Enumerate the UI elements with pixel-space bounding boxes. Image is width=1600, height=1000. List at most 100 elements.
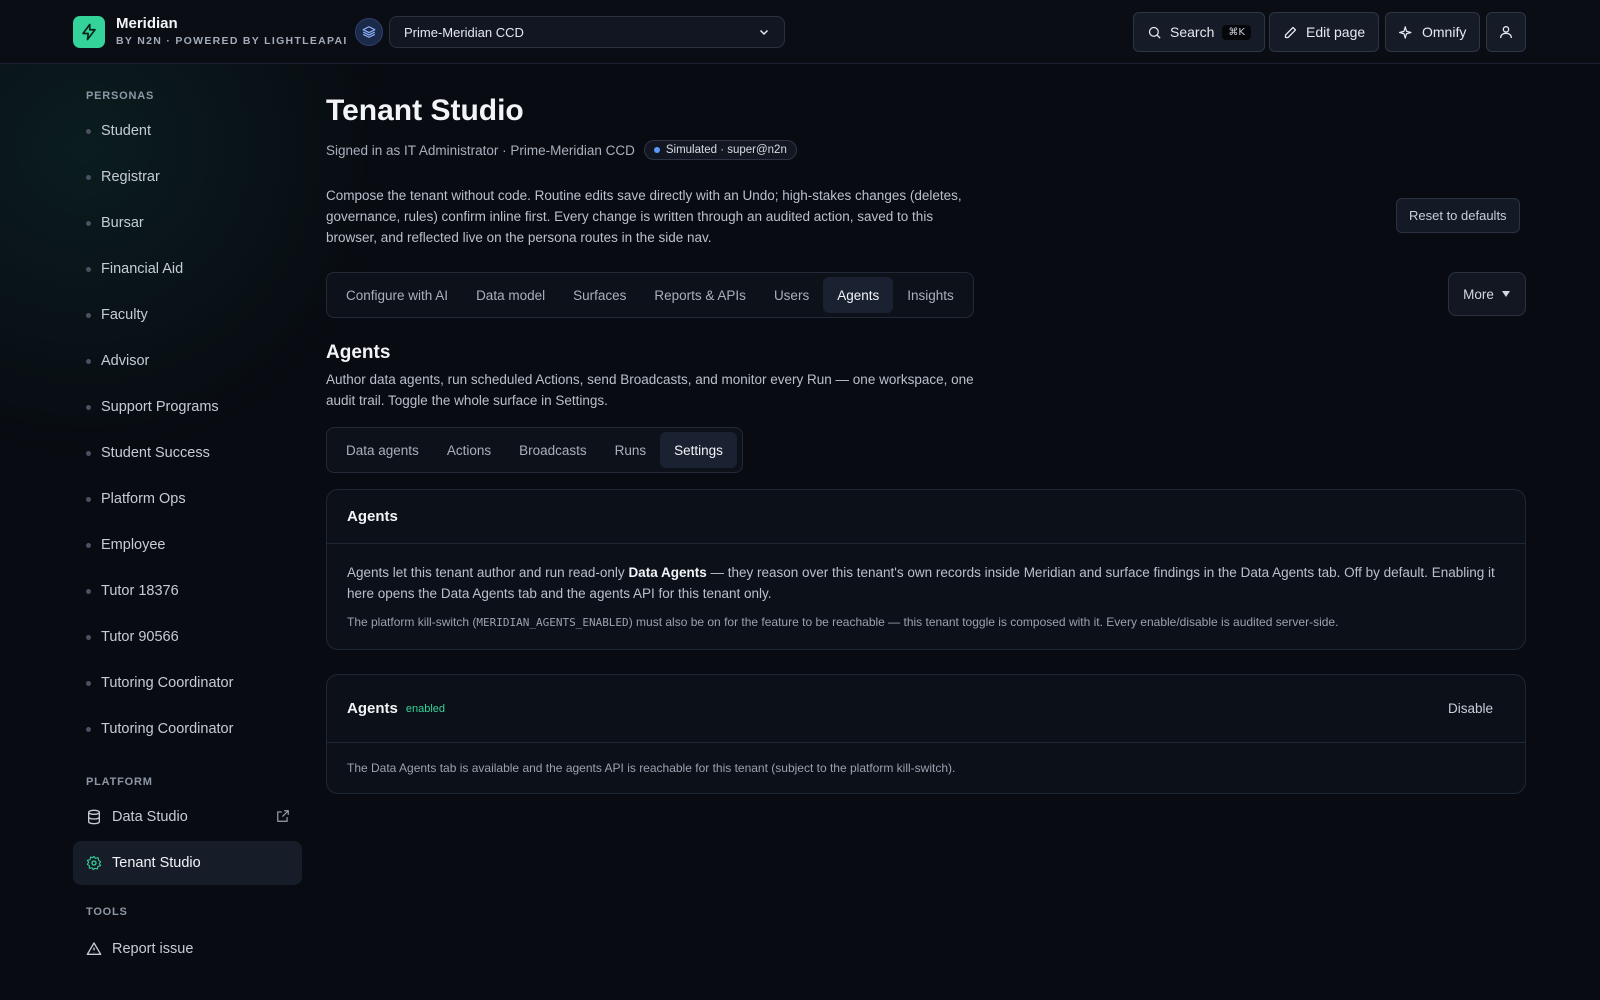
signed-in-text: Signed in as IT Administrator · Prime-Me… xyxy=(326,142,635,158)
simulated-badge: Simulated · super@n2n xyxy=(643,140,797,160)
status-dot xyxy=(653,147,660,153)
sparkle-icon xyxy=(1399,25,1412,39)
sidebar-item-label: Financial Aid xyxy=(101,261,184,277)
sidebar-item-label: Advisor xyxy=(101,353,150,369)
text-segment: Agents let this tenant author and run re… xyxy=(347,565,629,580)
sidebar-item-financial-aid[interactable]: Financial Aid xyxy=(86,257,183,281)
sidebar-item-report-issue[interactable]: Report issue xyxy=(73,927,302,971)
bullet-dot xyxy=(86,542,91,548)
sidebar-item-tutor-90566[interactable]: Tutor 90566 xyxy=(86,625,179,649)
toggle-status-note: The Data Agents tab is available and the… xyxy=(347,761,956,775)
agents-subtabs: Data agents Actions Broadcasts Runs Sett… xyxy=(326,427,743,473)
sidebar-item-label: Student Success xyxy=(101,445,210,461)
tab-insights[interactable]: Insights xyxy=(893,277,968,313)
bullet-dot xyxy=(86,726,91,732)
more-button[interactable]: More xyxy=(1448,272,1526,316)
sidebar-item-support-programs[interactable]: Support Programs xyxy=(86,395,219,419)
agents-toggle-card: Agents enabled Disable The Data Agents t… xyxy=(326,674,1526,794)
sidebar-item-student[interactable]: Student xyxy=(86,119,151,143)
more-button-label: More xyxy=(1463,286,1494,302)
sidebar-item-label: Tutor 18376 xyxy=(101,583,179,599)
section-description: Author data agents, run scheduled Action… xyxy=(326,372,974,408)
user-icon xyxy=(1500,26,1512,39)
sidebar-item-faculty[interactable]: Faculty xyxy=(86,303,148,327)
sidebar-item-platform-ops[interactable]: Platform Ops xyxy=(86,487,186,511)
kill-switch-note: The platform kill-switch (MERIDIAN_AGENT… xyxy=(347,613,1505,632)
tab-reports-apis[interactable]: Reports & APIs xyxy=(640,277,760,313)
sidebar-item-data-studio[interactable]: Data Studio xyxy=(73,795,302,839)
sidebar-item-tutor-18376[interactable]: Tutor 18376 xyxy=(86,579,179,603)
bullet-dot xyxy=(86,680,91,686)
sidebar-item-bursar[interactable]: Bursar xyxy=(86,211,144,235)
search-icon xyxy=(1148,26,1161,39)
sidebar-item-advisor[interactable]: Advisor xyxy=(86,349,149,373)
agents-explanation: Agents let this tenant author and run re… xyxy=(347,562,1505,604)
sidebar-item-label: Support Programs xyxy=(101,399,219,415)
text-emphasis: Data Agents xyxy=(628,565,707,580)
user-button[interactable] xyxy=(1486,12,1526,52)
tab-data-model[interactable]: Data model xyxy=(462,277,559,313)
tab-data-agents[interactable]: Data agents xyxy=(332,432,433,468)
edit-page-button[interactable]: Edit page xyxy=(1269,12,1380,52)
signed-in-row: Signed in as IT Administrator · Prime-Me… xyxy=(326,140,797,160)
card-header: Agents xyxy=(327,490,1525,544)
bullet-dot xyxy=(86,496,91,502)
card-body: Agents let this tenant author and run re… xyxy=(327,544,1525,650)
simulated-badge-label: Simulated · super@n2n xyxy=(665,144,787,156)
card-title: Agents xyxy=(347,700,398,717)
platform-heading: PLATFORM xyxy=(86,776,153,788)
sidebar-item-label: Data Studio xyxy=(112,809,188,825)
disable-button[interactable]: Disable xyxy=(1448,701,1493,716)
sidebar-item-student-success[interactable]: Student Success xyxy=(86,441,210,465)
sidebar-item-employee[interactable]: Employee xyxy=(86,533,165,557)
sidebar-item-label: Employee xyxy=(101,537,166,553)
sidebar-item-tutoring-coordinator[interactable]: Tutoring Coordinator xyxy=(86,717,233,741)
gear-icon xyxy=(86,855,102,871)
layers-icon[interactable] xyxy=(355,18,383,46)
card-header: Agents enabled xyxy=(327,675,1525,743)
tab-broadcasts[interactable]: Broadcasts xyxy=(505,432,601,468)
bullet-dot xyxy=(86,450,91,456)
page-intro: Compose the tenant without code. Routine… xyxy=(326,188,962,245)
sidebar-item-tenant-studio[interactable]: Tenant Studio xyxy=(73,841,302,885)
sidebar-item-label: Tutoring Coordinator xyxy=(101,675,234,691)
bolt-icon xyxy=(73,16,105,48)
brand-subtitle: BY N2N · POWERED BY LIGHTLEAPAI xyxy=(116,35,348,47)
external-link-icon[interactable] xyxy=(276,809,290,823)
tenant-select-value: Prime-Meridian CCD xyxy=(404,24,524,40)
sidebar-item-label: Faculty xyxy=(101,307,148,323)
sidebar-item-label: Bursar xyxy=(101,215,144,231)
tools-heading: TOOLS xyxy=(86,906,128,918)
card-body: The Data Agents tab is available and the… xyxy=(327,743,1525,795)
sidebar-item-tutoring-coordinator[interactable]: Tutoring Coordinator xyxy=(86,671,233,695)
tab-actions[interactable]: Actions xyxy=(433,432,505,468)
tenant-select[interactable]: Prime-Meridian CCD xyxy=(389,16,785,48)
sidebar-item-label: Student xyxy=(101,123,151,139)
sidebar-item-label: Report issue xyxy=(112,941,194,957)
tab-surfaces[interactable]: Surfaces xyxy=(559,277,640,313)
bullet-dot xyxy=(86,220,91,226)
warning-icon xyxy=(86,942,102,955)
page-title: Tenant Studio xyxy=(326,94,524,127)
sidebar-item-label: Platform Ops xyxy=(101,491,186,507)
env-var-code: MERIDIAN_AGENTS_ENABLED xyxy=(476,616,629,629)
sidebar-item-registrar[interactable]: Registrar xyxy=(86,165,160,189)
top-bar: Meridian BY N2N · POWERED BY LIGHTLEAPAI… xyxy=(0,0,1600,64)
bullet-dot xyxy=(86,634,91,640)
tab-runs[interactable]: Runs xyxy=(601,432,661,468)
search-button[interactable]: Search ⌘K xyxy=(1133,12,1265,52)
pencil-icon xyxy=(1284,26,1297,38)
text-segment: The platform kill-switch ( xyxy=(347,615,477,629)
tab-agents[interactable]: Agents xyxy=(823,277,894,313)
section-title: Agents xyxy=(326,342,391,363)
tab-settings[interactable]: Settings xyxy=(660,432,737,468)
tab-configure-with-ai[interactable]: Configure with AI xyxy=(332,277,462,313)
sidebar-item-label: Tenant Studio xyxy=(112,855,201,871)
search-button-label: Search xyxy=(1170,24,1215,40)
bullet-dot xyxy=(86,404,91,410)
search-shortcut: ⌘K xyxy=(1222,24,1251,40)
bullet-dot xyxy=(86,266,91,272)
reset-to-defaults-button[interactable]: Reset to defaults xyxy=(1396,198,1520,233)
tab-users[interactable]: Users xyxy=(760,277,823,313)
omnify-button[interactable]: Omnify xyxy=(1385,12,1481,52)
